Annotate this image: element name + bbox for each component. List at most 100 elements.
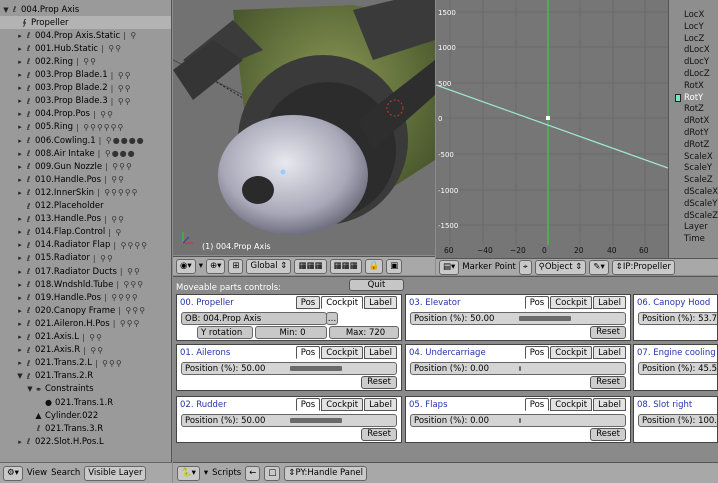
ipo-channel[interactable]: dRotZ [684,140,709,150]
orientation-dropdown[interactable]: Global ⇕ [246,258,292,274]
ipo-channel[interactable]: dRotY [684,128,709,138]
browse-button[interactable]: … [326,312,338,325]
outliner-row[interactable]: ▸ ℓ 021.Trans.2.L | ⚲⚲⚲ [0,357,171,370]
tab-pos[interactable]: Pos [524,346,550,359]
tab-label[interactable]: Label [364,296,397,309]
ipo-channel[interactable]: RotY [684,93,703,103]
expand-triangle-icon[interactable]: ▸ [16,294,24,302]
marker-menu[interactable]: Marker [462,262,491,272]
expand-triangle-icon[interactable]: ▸ [16,320,24,328]
script-dropdown[interactable]: ⇕ PY:Handle Panel [284,465,367,481]
reset-button[interactable]: Reset [590,428,626,441]
scripts-menu[interactable]: Scripts [212,468,241,478]
position-slider[interactable]: Position (%): 50.00 [181,362,397,375]
outliner-row[interactable]: ▸ ℓ 002.Ring | ⚲⚲ [0,55,171,68]
outliner-row[interactable]: ▸ ℓ 003.Prop Blade.3 | ⚲⚲ [0,95,171,108]
tab-cockpit[interactable]: Cockpit [321,398,364,411]
ipo-channel[interactable]: dLocX [684,45,710,55]
tab-cockpit[interactable]: Cockpit [550,346,593,359]
ipo-block-dropdown[interactable]: ⇕ IP:Propeller [611,259,675,275]
outliner-row[interactable]: ▸ ℓ 004.Prop Axis.Static | ⚲ [0,29,171,42]
expand-triangle-icon[interactable]: ▸ [16,163,24,171]
expand-triangle-icon[interactable]: ▸ [16,359,24,367]
max-field[interactable]: Max: 720 [329,326,399,339]
ipo-channel[interactable]: dRotX [684,116,709,126]
expand-triangle-icon[interactable]: ▸ [16,215,24,223]
expand-triangle-icon[interactable]: ▸ [16,84,24,92]
outliner-row[interactable]: ▸ ℓ 003.Prop Blade.2 | ⚲⚲ [0,82,171,95]
outliner-row[interactable]: ▸ ℓ 004.Prop.Pos | ⚲⚲ [0,108,171,121]
ipo-channel[interactable]: RotX [684,81,704,91]
scripts-editor-type-button[interactable]: 🐍▾ [177,465,200,481]
ipo-channel[interactable]: dScaleZ [684,211,718,221]
outliner-row[interactable]: ▸ ℓ 021.Axis.R | ⚲⚲ [0,344,171,357]
outliner-row[interactable]: ▼ ⚭ Constraints [0,383,171,396]
outliner-row[interactable]: ▸ ℓ 005.Ring | ⚲⚲⚲⚲⚲⚲ [0,121,171,134]
reset-button[interactable]: Reset [361,376,397,389]
editor-type-button[interactable]: ⚙▾ [3,465,23,481]
collapse-arrow-icon[interactable]: ▾ [199,261,203,271]
position-slider[interactable]: Position (%): 45.52 [638,362,717,375]
ipo-graph[interactable]: 1500 1000 500 0 -500 -1000 -1500 60 −40 −20 0 20 40… [436,0,668,258]
back-arrow-button[interactable]: ← [245,465,261,481]
outliner-row[interactable]: ▸ ℓ 021.Aileron.H.Pos | ⚲⚲⚲ [0,317,171,330]
expand-triangle-icon[interactable]: ▸ [16,137,24,145]
outliner-row[interactable]: ▸ ℓ 014.Radiator Flap | ⚲⚲⚲⚲ [0,239,171,252]
position-slider[interactable]: Position (%): 100.00 [638,414,717,427]
tab-cockpit[interactable]: Cockpit [321,296,364,309]
expand-triangle-icon[interactable]: ▸ [16,71,24,79]
outliner-row[interactable]: ▸ ℓ 015.Radiator | ⚲⚲ [0,252,171,265]
expand-triangle-icon[interactable]: ▼ [16,372,24,380]
outliner-row[interactable]: ▸ ℓ 020.Canopy Frame | ⚲⚲⚲ [0,304,171,317]
channel-selected-swatch[interactable] [675,93,681,102]
outliner-row[interactable]: ℓ 012.Placeholder [0,200,171,213]
rotation-axis-dropdown[interactable]: Y rotation [197,326,253,339]
expand-triangle-icon[interactable]: ▸ [16,333,24,341]
outliner-row[interactable]: ▸ ℓ 013.Handle.Pos | ⚲⚲ [0,213,171,226]
tab-label[interactable]: Label [364,398,397,411]
tab-label[interactable]: Label [593,398,626,411]
outliner-row[interactable]: ▸ ℓ 003.Prop Blade.1 | ⚲⚲ [0,69,171,82]
ipo-channel[interactable]: LocY [684,22,704,32]
tab-cockpit[interactable]: Cockpit [321,346,364,359]
expand-triangle-icon[interactable]: ▸ [16,110,24,118]
outliner-row[interactable]: ▸ ℓ 021.Axis.L | ⚲⚲ [0,331,171,344]
viewport-editor-type-button[interactable]: ◉▾ [176,258,196,274]
expand-triangle-icon[interactable]: ▸ [16,150,24,158]
expand-triangle-icon[interactable]: ▸ [16,189,24,197]
position-slider[interactable]: Position (%): 50.00 [410,312,626,325]
object-name-field[interactable]: OB: 004.Prop Axis [181,312,327,325]
outliner-row[interactable]: ∮ Propeller [0,16,171,30]
reset-button[interactable]: Reset [361,428,397,441]
ipo-channel[interactable]: dLocY [684,57,709,67]
lock-icon[interactable]: 🔒 [364,258,384,274]
ipo-channel[interactable]: LocX [684,10,704,20]
outliner-row[interactable]: ▲ Cylinder.022 [0,409,171,422]
ipo-channel[interactable]: RotZ [684,104,704,114]
tab-pos[interactable]: Pos [524,296,550,309]
outliner-row[interactable]: ▸ ℓ 022.Slot.H.Pos.L [0,435,171,448]
tab-pos[interactable]: Pos [295,398,321,411]
tab-cockpit[interactable]: Cockpit [550,296,593,309]
tab-label[interactable]: Label [593,346,626,359]
position-slider[interactable]: Position (%): 53.79 [638,312,717,325]
expand-triangle-icon[interactable]: ▸ [16,32,24,40]
3d-viewport[interactable]: (1) 004.Prop Axis [173,0,435,255]
expand-triangle-icon[interactable]: ▸ [16,281,24,289]
outliner-row[interactable]: ▸ ℓ 010.Handle.Pos | ⚲⚲ [0,173,171,186]
position-slider[interactable]: Position (%): 0.00 [410,362,626,375]
expand-triangle-icon[interactable]: ▸ [16,45,24,53]
collapse-arrow-icon[interactable]: ▾ [204,468,208,478]
reset-button[interactable]: Reset [590,376,626,389]
expand-triangle-icon[interactable]: ▼ [2,6,10,14]
min-field[interactable]: Min: 0 [255,326,327,339]
outliner-row[interactable]: ▸ ℓ 018.Wndshld.Tube | ⚲⚲⚲ [0,278,171,291]
ipo-channel[interactable]: dLocZ [684,69,710,79]
layer-buttons-1[interactable]: ▦▦▦ [294,258,327,274]
visible-layer-dropdown[interactable]: Visible Layer [84,465,147,481]
layer-buttons-2[interactable]: ▦▦▦ [329,258,362,274]
ipo-channel[interactable]: dScaleY [684,199,717,209]
outliner-row[interactable]: ▼ ℓ 004.Prop Axis [0,3,171,16]
tab-label[interactable]: Label [593,296,626,309]
tab-cockpit[interactable]: Cockpit [550,398,593,411]
